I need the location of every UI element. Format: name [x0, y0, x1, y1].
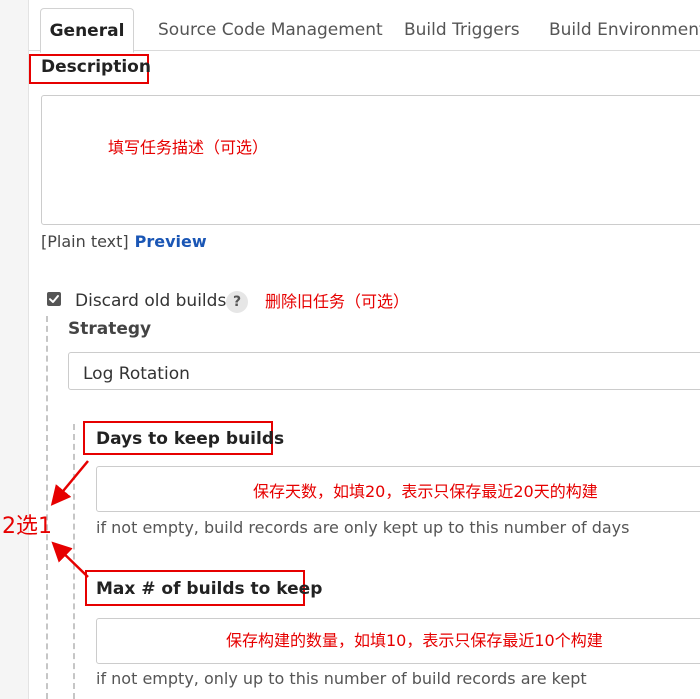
left-rail-divider	[28, 0, 29, 699]
max-builds-annotation: 保存构建的数量，如填10，表示只保存最近10个构建	[226, 631, 603, 650]
strategy-section-guide	[73, 424, 75, 699]
discard-old-builds-checkbox[interactable]	[47, 292, 61, 306]
description-annotation: 填写任务描述（可选）	[108, 138, 269, 157]
description-format-row: [Plain text] Preview	[41, 232, 207, 251]
tab-build-environment[interactable]: Build Environment	[549, 8, 700, 50]
checkbox-checked-icon	[49, 295, 59, 303]
tab-general[interactable]: General	[40, 8, 134, 53]
strategy-label: Strategy	[68, 319, 152, 339]
max-builds-hint: if not empty, only up to this number of …	[96, 669, 587, 688]
question-mark-icon[interactable]: ?	[226, 291, 248, 313]
tab-build-triggers[interactable]: Build Triggers	[404, 8, 520, 50]
choose-one-annotation: 2选1	[2, 514, 52, 539]
description-label: Description	[41, 57, 151, 77]
left-rail	[0, 0, 28, 699]
tab-source-code-management[interactable]: Source Code Management	[158, 8, 383, 50]
discard-old-builds-label: Discard old builds	[75, 291, 227, 311]
description-textarea[interactable]	[41, 95, 700, 225]
days-to-keep-annotation: 保存天数，如填20，表示只保存最近20天的构建	[253, 482, 598, 501]
preview-link[interactable]: Preview	[135, 232, 207, 251]
discard-annotation: 删除旧任务（可选）	[265, 292, 410, 311]
plain-text-label: [Plain text]	[41, 232, 129, 251]
days-to-keep-hint: if not empty, build records are only kep…	[96, 518, 630, 537]
days-to-keep-label: Days to keep builds	[96, 429, 285, 449]
max-builds-label: Max # of builds to keep	[96, 579, 323, 599]
strategy-select[interactable]: Log Rotation	[68, 352, 700, 390]
